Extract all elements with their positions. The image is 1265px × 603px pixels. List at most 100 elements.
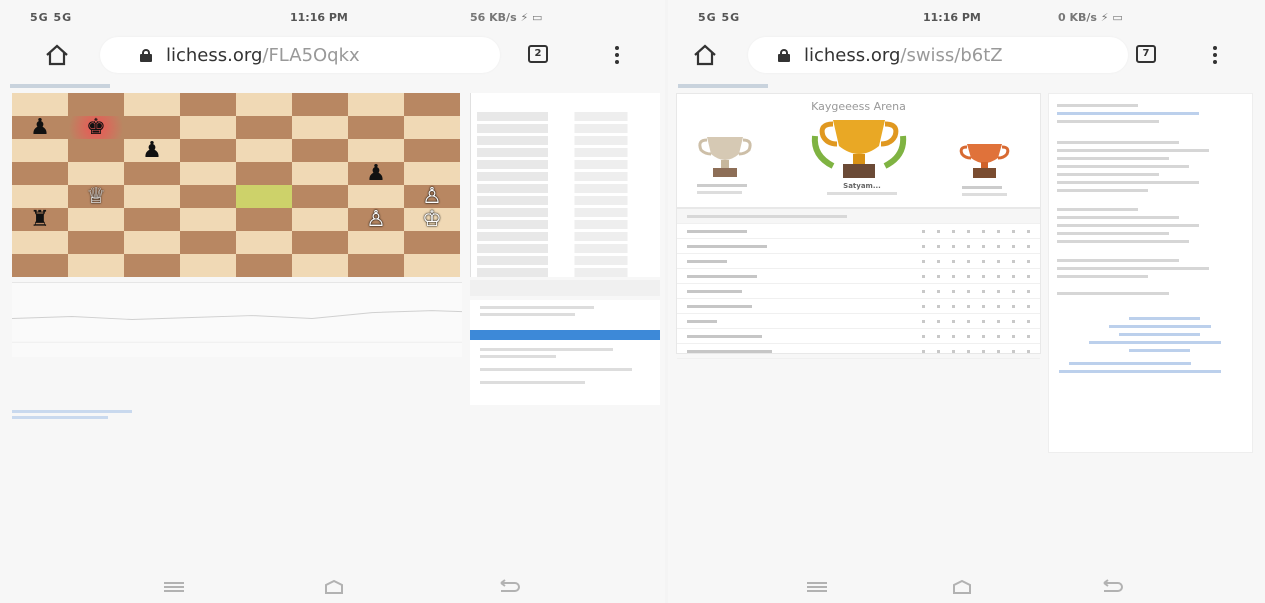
back-icon[interactable] xyxy=(495,579,523,595)
board-square[interactable] xyxy=(68,93,124,116)
board-square[interactable] xyxy=(348,231,404,254)
board-square[interactable]: ♚ xyxy=(68,116,124,139)
menu-dots-icon[interactable] xyxy=(615,46,619,64)
board-square[interactable] xyxy=(348,116,404,139)
board-square[interactable] xyxy=(180,162,236,185)
chess-piece[interactable]: ♟ xyxy=(142,139,162,162)
board-square[interactable] xyxy=(180,208,236,231)
board-square[interactable] xyxy=(68,139,124,162)
chess-piece[interactable]: ♙ xyxy=(366,208,386,231)
board-square[interactable] xyxy=(12,162,68,185)
tabs-button[interactable]: 2 xyxy=(528,45,548,63)
board-square[interactable]: ♕ xyxy=(68,185,124,208)
board-square[interactable] xyxy=(124,208,180,231)
chess-board[interactable]: ♟ ♚ ♟ ♟ ♕ ♙ ♜ ♙ ♔ xyxy=(12,93,460,277)
board-square[interactable] xyxy=(180,139,236,162)
menu-icon[interactable] xyxy=(803,579,831,595)
board-square[interactable] xyxy=(236,208,292,231)
board-square[interactable] xyxy=(180,185,236,208)
board-square[interactable] xyxy=(348,254,404,277)
board-square[interactable] xyxy=(68,162,124,185)
board-square[interactable]: ♔ xyxy=(404,208,460,231)
table-row[interactable] xyxy=(677,269,1040,284)
address-field[interactable]: lichess.org/FLA5Oqkx xyxy=(100,37,500,73)
board-square[interactable] xyxy=(404,139,460,162)
selected-chat-line[interactable] xyxy=(470,330,660,340)
table-row[interactable] xyxy=(677,284,1040,299)
board-square[interactable] xyxy=(236,93,292,116)
board-square[interactable] xyxy=(348,93,404,116)
board-square[interactable]: ♙ xyxy=(404,185,460,208)
board-square[interactable] xyxy=(12,139,68,162)
home-icon[interactable] xyxy=(693,44,717,66)
board-square[interactable] xyxy=(404,93,460,116)
board-square[interactable] xyxy=(124,185,180,208)
chess-piece[interactable]: ♟ xyxy=(366,162,386,185)
board-square[interactable] xyxy=(404,254,460,277)
chess-piece[interactable]: ♙ xyxy=(422,185,442,208)
board-square[interactable] xyxy=(292,185,348,208)
menu-icon[interactable] xyxy=(160,579,188,595)
board-square[interactable] xyxy=(236,162,292,185)
board-square[interactable] xyxy=(348,185,404,208)
chess-piece[interactable]: ♜ xyxy=(30,208,50,231)
address-field[interactable]: lichess.org/swiss/b6tZ xyxy=(748,37,1128,73)
board-square[interactable] xyxy=(68,208,124,231)
board-square[interactable]: ♟ xyxy=(124,139,180,162)
board-square[interactable] xyxy=(12,93,68,116)
board-square[interactable] xyxy=(180,116,236,139)
chess-piece[interactable]: ♚ xyxy=(86,116,106,139)
board-square[interactable] xyxy=(404,231,460,254)
board-square[interactable] xyxy=(236,254,292,277)
board-square[interactable] xyxy=(124,93,180,116)
board-square[interactable] xyxy=(292,116,348,139)
board-square[interactable] xyxy=(12,254,68,277)
board-square[interactable] xyxy=(236,231,292,254)
board-square[interactable] xyxy=(292,93,348,116)
table-row[interactable] xyxy=(677,254,1040,269)
board-square[interactable] xyxy=(292,208,348,231)
chess-piece[interactable]: ♕ xyxy=(86,185,106,208)
board-square[interactable] xyxy=(404,162,460,185)
table-row[interactable] xyxy=(677,299,1040,314)
board-square[interactable] xyxy=(404,116,460,139)
winner-name[interactable]: Satyam... xyxy=(827,182,897,190)
board-square[interactable] xyxy=(292,139,348,162)
home-icon[interactable] xyxy=(45,44,69,66)
board-square[interactable] xyxy=(236,139,292,162)
board-square[interactable] xyxy=(236,185,292,208)
home-nav-icon[interactable] xyxy=(948,579,976,595)
board-square[interactable] xyxy=(180,93,236,116)
board-square[interactable]: ♟ xyxy=(12,116,68,139)
board-square[interactable] xyxy=(12,185,68,208)
game-controls[interactable] xyxy=(470,280,660,296)
board-square[interactable] xyxy=(292,254,348,277)
home-nav-icon[interactable] xyxy=(320,579,348,595)
board-square[interactable] xyxy=(68,254,124,277)
board-square[interactable] xyxy=(348,139,404,162)
board-square[interactable] xyxy=(180,231,236,254)
game-link-text[interactable] xyxy=(12,410,132,424)
board-square[interactable] xyxy=(124,231,180,254)
chess-piece[interactable]: ♔ xyxy=(422,208,442,231)
table-row[interactable] xyxy=(677,224,1040,239)
tabs-button[interactable]: 7 xyxy=(1136,45,1156,63)
board-square[interactable] xyxy=(124,254,180,277)
board-square[interactable] xyxy=(124,116,180,139)
board-square[interactable]: ♙ xyxy=(348,208,404,231)
board-square[interactable] xyxy=(12,231,68,254)
board-square[interactable]: ♜ xyxy=(12,208,68,231)
board-square[interactable]: ♟ xyxy=(348,162,404,185)
chess-piece[interactable]: ♟ xyxy=(30,116,50,139)
board-square[interactable] xyxy=(68,231,124,254)
board-square[interactable] xyxy=(124,162,180,185)
board-square[interactable] xyxy=(292,162,348,185)
board-square[interactable] xyxy=(180,254,236,277)
board-square[interactable] xyxy=(236,116,292,139)
back-icon[interactable] xyxy=(1098,579,1126,595)
table-row[interactable] xyxy=(677,329,1040,344)
table-row[interactable] xyxy=(677,314,1040,329)
table-row[interactable] xyxy=(677,239,1040,254)
menu-dots-icon[interactable] xyxy=(1213,46,1217,64)
board-square[interactable] xyxy=(292,231,348,254)
